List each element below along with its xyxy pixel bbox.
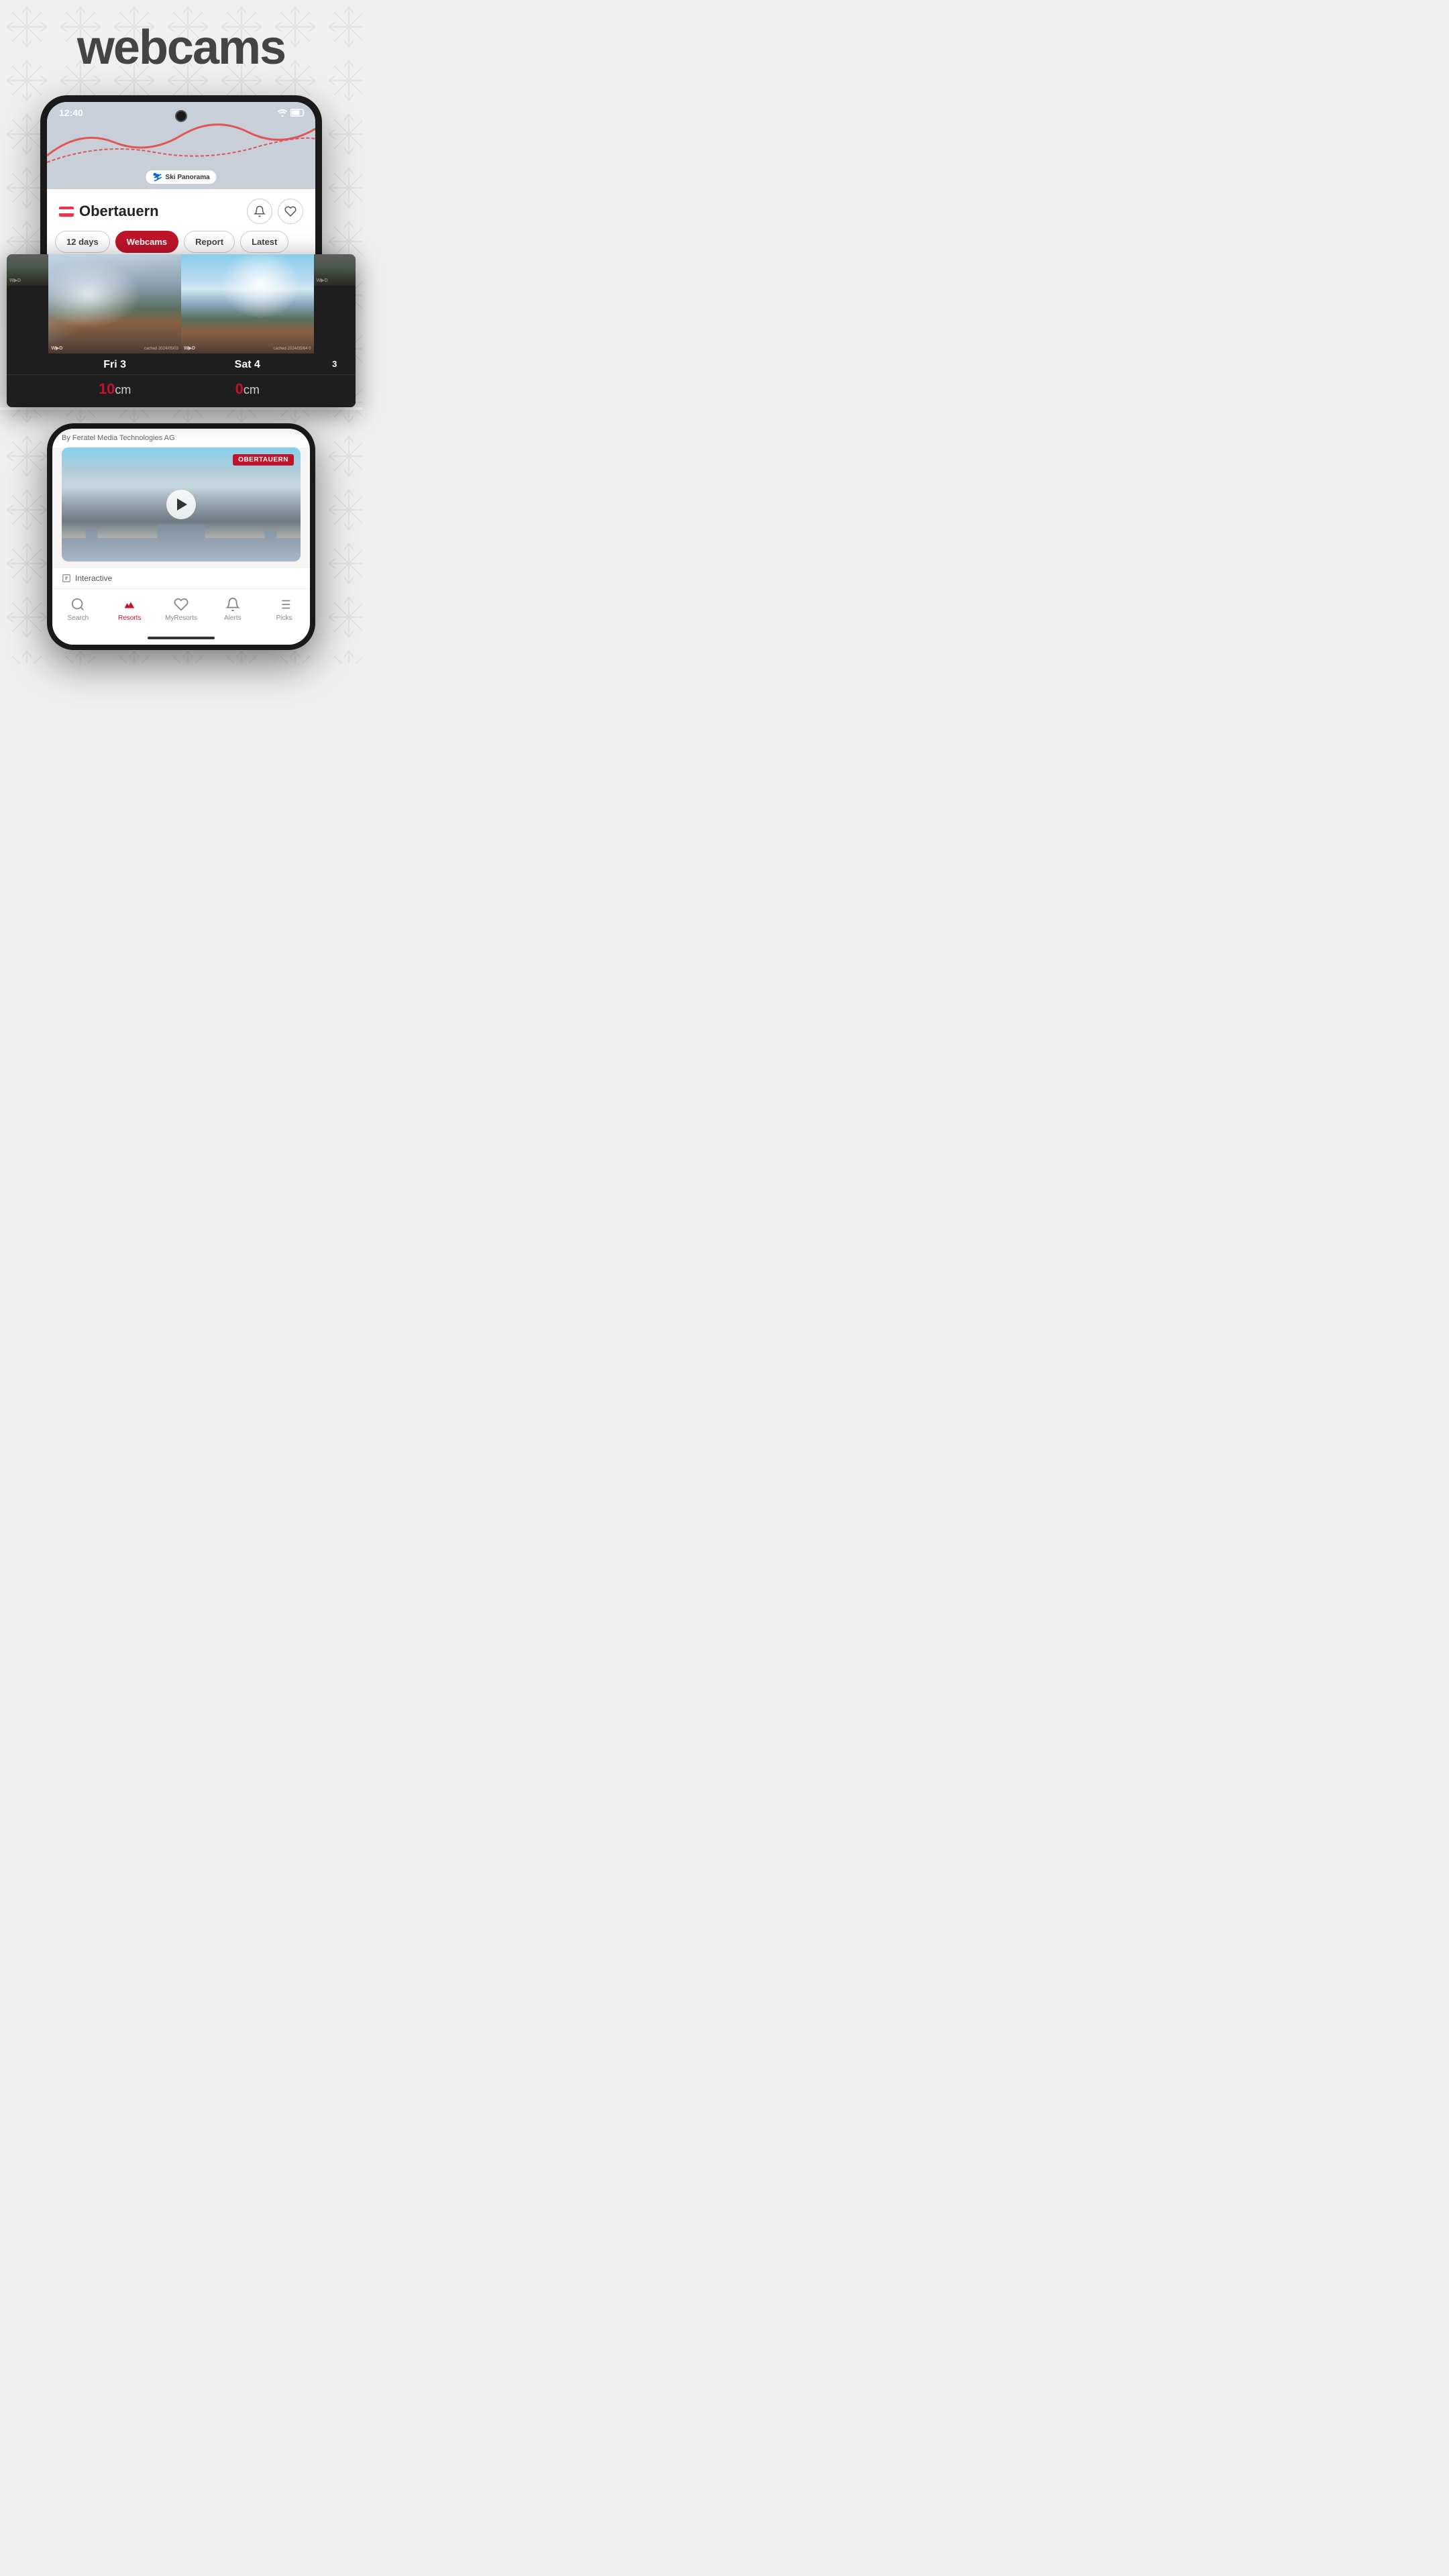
nav-alerts-label: Alerts [224,614,241,622]
watermark-right: W▶D [317,278,328,283]
status-icons [277,109,305,117]
partial-text-row: Interactive [52,568,310,588]
search-icon [70,597,85,612]
nav-resorts-label: Resorts [118,614,141,622]
webcam-item-fri3[interactable]: W▶D cached 2024/05/03 [48,254,181,354]
snow-number-sat4: 0 [235,380,244,397]
snow-unit-fri3: cm [115,383,131,396]
bottom-nav: Search Resorts MyResorts [52,588,310,631]
battery-icon [290,109,305,117]
notifications-button[interactable] [247,199,272,224]
app-header: Obertauern [47,189,315,231]
watermark-sat4: W▶D [184,345,195,351]
status-bar: 12:40 [47,102,315,121]
page-title: webcams [77,20,285,75]
nav-picks[interactable]: Picks [258,594,310,625]
obertauern-badge: OBERTAUERN [233,454,294,466]
tab-webcams[interactable]: Webcams [115,231,178,253]
webcam-thumb-side-left: W▶D [7,254,48,286]
day-label-left [7,354,48,374]
ski-panorama-badge: ⛷ Ski Panorama [146,170,216,184]
cached-label-fri3: cached 2024/05/03 [144,347,178,351]
video-thumb[interactable]: OBERTAUERN [62,447,301,561]
day-label-right: 3 [314,354,356,374]
nav-search[interactable]: Search [52,594,104,625]
play-button[interactable] [166,490,196,519]
feratel-bar: By Feratel Media Technologies AG [52,429,310,447]
interactive-icon [62,574,71,583]
heart-icon [284,205,297,217]
nav-myresorts-label: MyResorts [165,614,197,622]
webcam-thumb-side-right: W▶D [314,254,356,286]
home-bar [148,637,215,639]
picks-icon [277,597,292,612]
front-phone-inner: By Feratel Media Technologies AG OBERTAU… [52,429,310,645]
map-area: 12:40 ⛷ [47,102,315,189]
panel-gap [0,407,362,410]
webcam-item-sat4[interactable]: W▶D cached 2024/05/64 0 [181,254,314,354]
nav-alerts[interactable]: Alerts [207,594,258,625]
day-label-fri3: Fri 3 [48,354,181,374]
play-triangle-icon [177,498,187,511]
tab-12-days[interactable]: 12 days [55,231,110,253]
front-phone: By Feratel Media Technologies AG OBERTAU… [47,423,315,650]
snow-left [7,375,48,407]
cached-label-sat4: cached 2024/05/64 0 [274,347,311,351]
watermark-fri3: W▶D [51,345,62,351]
snow-unit-sat4: cm [244,383,260,396]
watermark-left: W▶D [9,278,21,283]
myresorts-icon [174,597,189,612]
alerts-icon [225,597,240,612]
webcam-item-left-partial: W▶D [7,254,48,354]
favorites-button[interactable] [278,199,303,224]
snow-sat4: 0cm [181,375,314,407]
nav-search-label: Search [68,614,89,622]
wifi-icon [277,109,288,117]
snow-fri3: 10cm [48,375,181,407]
snow-number-fri3: 10 [99,380,115,397]
resorts-icon [122,597,137,612]
building-silhouette [62,515,301,561]
day-label-sat4: Sat 4 [181,354,314,374]
austria-flag [59,207,74,217]
bell-icon [254,205,266,217]
page-wrapper: webcams 12:40 [0,0,362,663]
header-actions [247,199,303,224]
nav-picks-label: Picks [276,614,292,622]
day-labels-row: Fri 3 Sat 4 3 [7,354,356,374]
status-time: 12:40 [59,107,83,118]
webcam-thumb-fri3: W▶D cached 2024/05/03 [48,254,181,354]
webcam-thumb-sat4: W▶D cached 2024/05/64 0 [181,254,314,354]
nav-resorts[interactable]: Resorts [104,594,156,625]
nav-myresorts[interactable]: MyResorts [156,594,207,625]
webcam-scroll-row: W▶D W▶D cached 2024/05/03 W▶D cached 202… [7,254,356,354]
webcam-item-right-partial: W▶D [314,254,356,354]
snow-row: 10cm 0cm [7,374,356,407]
tab-report[interactable]: Report [184,231,235,253]
resort-name: Obertauern [59,203,159,220]
tab-latest[interactable]: Latest [240,231,288,253]
home-indicator [52,631,310,645]
snow-right [314,375,356,407]
webcam-panel: W▶D W▶D cached 2024/05/03 W▶D cached 202… [7,254,356,407]
